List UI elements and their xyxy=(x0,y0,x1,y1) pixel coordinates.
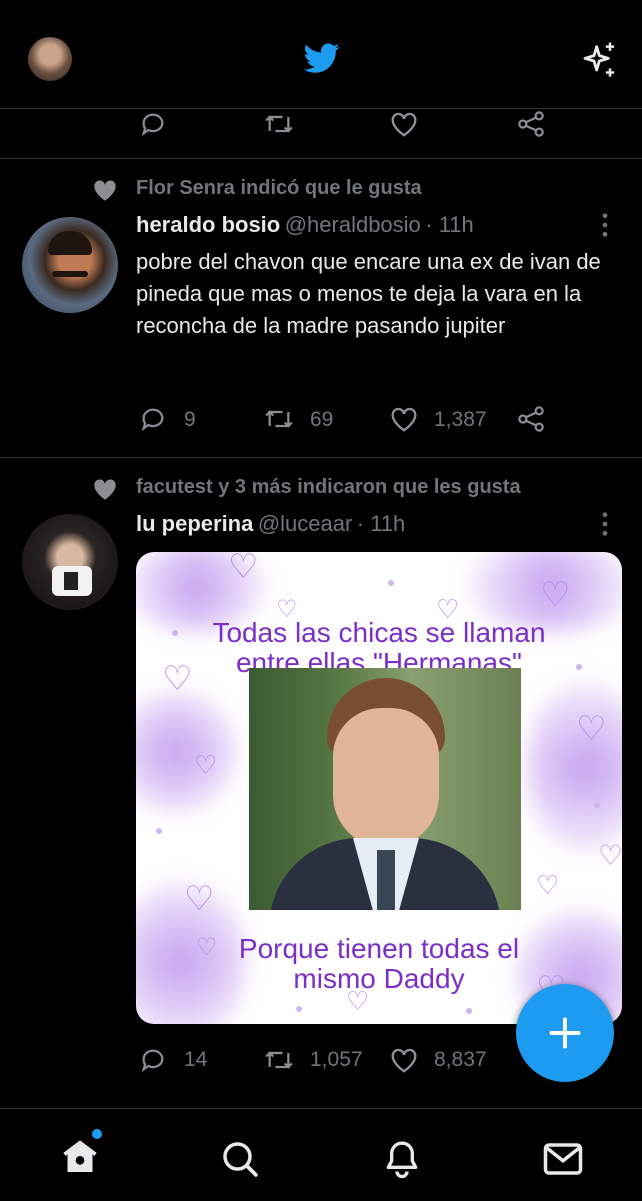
messages-icon[interactable] xyxy=(542,1139,584,1179)
twitter-bird-icon[interactable] xyxy=(301,40,343,76)
tweet-time[interactable]: · 11h xyxy=(357,511,406,536)
retweet-count: 1,057 xyxy=(310,1048,363,1071)
dot-decoration xyxy=(594,802,600,808)
home-icon xyxy=(63,1140,97,1172)
like-icon[interactable] xyxy=(389,110,419,138)
meme-photo xyxy=(249,668,521,910)
like-icon[interactable] xyxy=(389,405,419,433)
dot-decoration xyxy=(466,1008,472,1014)
heart-decoration: ♡ xyxy=(194,750,218,780)
author-avatar[interactable] xyxy=(22,514,118,610)
social-context[interactable]: Flor Senra indicó que le gusta xyxy=(136,177,422,200)
dot-decoration xyxy=(576,664,582,670)
reply-count: 14 xyxy=(184,1048,208,1071)
author-name[interactable]: heraldo bosio xyxy=(136,212,280,237)
profile-avatar[interactable] xyxy=(28,37,72,81)
more-options-icon[interactable] xyxy=(600,510,610,538)
author-handle[interactable]: @heraldbosio xyxy=(285,212,421,237)
bottom-navigation xyxy=(0,1108,642,1201)
like-count: 8,837 xyxy=(434,1048,487,1071)
dot-decoration xyxy=(296,1006,302,1012)
author-name[interactable]: lu peperina xyxy=(136,511,253,536)
tweet-media-image[interactable]: ♡ ♡ ♡ ♡ ♡ ♡ ♡ ♡ ♡ ♡ ♡ ♡ ♡ Todas las chic… xyxy=(136,552,622,1024)
liked-heart-icon xyxy=(94,180,116,201)
author-handle[interactable]: @luceaar xyxy=(258,511,353,536)
reply-count: 9 xyxy=(184,408,196,431)
nav-home[interactable] xyxy=(50,1129,110,1181)
like-count: 1,387 xyxy=(434,408,487,431)
social-context[interactable]: facutest y 3 más indicaron que les gusta xyxy=(136,476,521,499)
top-header xyxy=(0,0,642,108)
heart-decoration: ♡ xyxy=(196,934,218,961)
tweet-header: heraldo bosio @heraldbosio · 11h xyxy=(136,212,474,238)
tweet-header: lu peperina @luceaar · 11h xyxy=(136,511,405,537)
heart-decoration: ♡ xyxy=(162,660,193,698)
more-options-icon[interactable] xyxy=(600,211,610,239)
heart-decoration: ♡ xyxy=(536,870,560,900)
tweet-time[interactable]: · 11h xyxy=(425,212,474,237)
meme-bottom-caption: Porque tienen todas el mismo Daddy xyxy=(238,933,520,994)
heart-decoration: ♡ xyxy=(540,576,571,614)
reply-icon[interactable] xyxy=(139,1046,167,1074)
retweet-icon[interactable] xyxy=(262,110,296,138)
retweet-icon[interactable] xyxy=(262,405,296,433)
dot-decoration xyxy=(172,630,178,636)
sparkle-icon[interactable] xyxy=(580,40,620,80)
dot-decoration xyxy=(156,828,162,834)
notification-dot xyxy=(92,1129,102,1139)
dot-decoration xyxy=(388,580,394,586)
reply-icon[interactable] xyxy=(139,405,167,433)
search-icon[interactable] xyxy=(220,1139,260,1179)
share-icon[interactable] xyxy=(516,110,546,138)
tweet[interactable]: Flor Senra indicó que le gusta heraldo b… xyxy=(0,159,642,457)
retweet-count: 69 xyxy=(310,408,334,431)
tweet-text: pobre del chavon que encare una ex de iv… xyxy=(136,249,601,338)
retweet-icon[interactable] xyxy=(262,1046,296,1074)
heart-decoration: ♡ xyxy=(576,710,607,748)
compose-tweet-button[interactable] xyxy=(516,984,614,1082)
share-icon[interactable] xyxy=(516,405,546,433)
notifications-icon[interactable] xyxy=(382,1139,422,1179)
compose-plus-icon xyxy=(549,1017,581,1049)
liked-heart-icon xyxy=(94,479,116,500)
author-avatar[interactable] xyxy=(22,217,118,313)
heart-decoration: ♡ xyxy=(228,552,259,586)
reply-icon[interactable] xyxy=(139,110,167,138)
heart-decoration: ♡ xyxy=(598,840,622,871)
previous-tweet-actions xyxy=(0,108,642,158)
like-icon[interactable] xyxy=(389,1046,419,1074)
heart-decoration: ♡ xyxy=(184,880,215,918)
